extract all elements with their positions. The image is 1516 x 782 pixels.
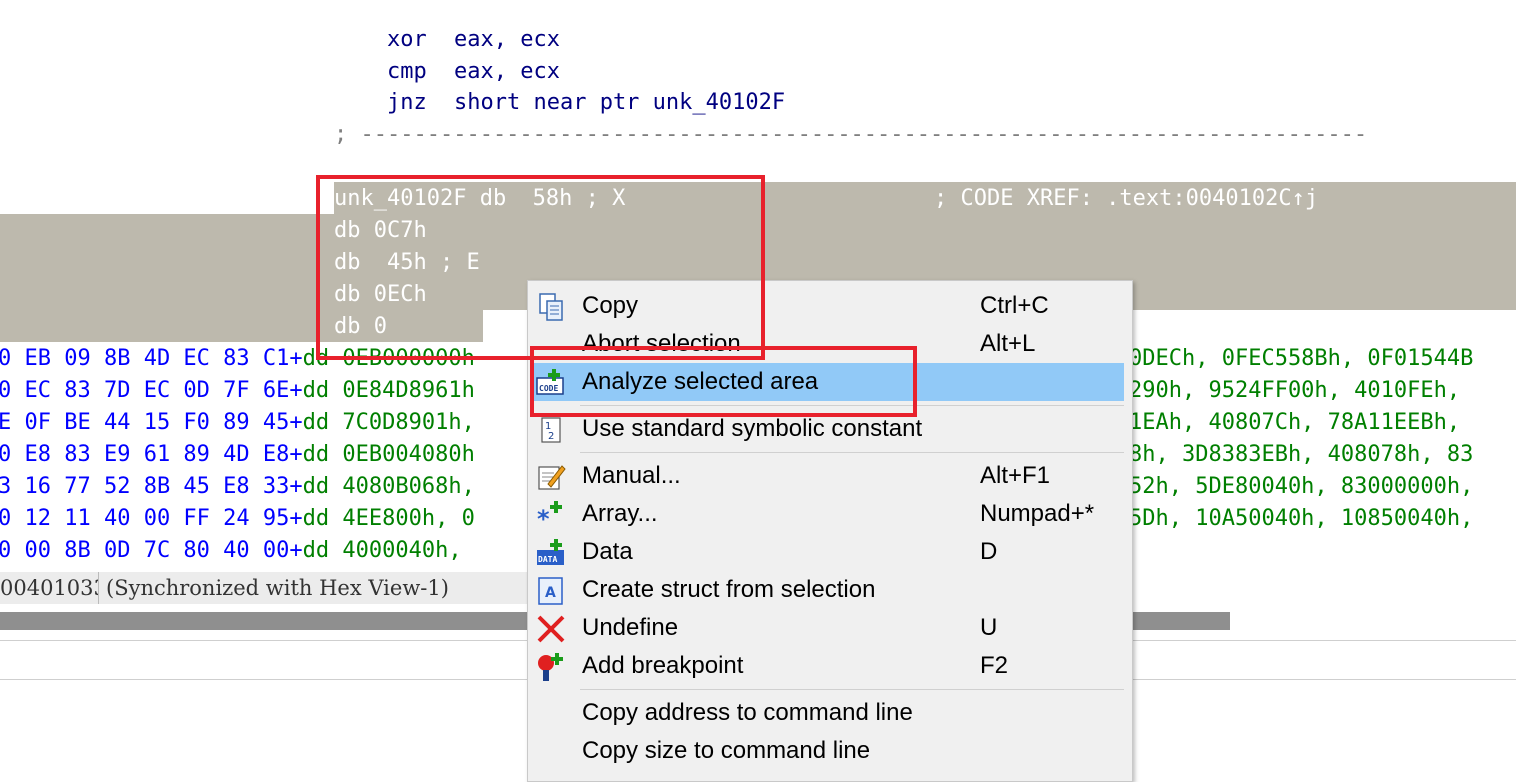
selected-line-unk[interactable]: unk_40102F db 58h ; X [334,183,625,215]
menu-item-undefine[interactable]: Undefine U [528,609,1132,647]
svg-text:CODE: CODE [539,384,558,393]
breakpoint-icon [536,652,566,682]
svg-text:2: 2 [548,431,554,442]
copy-icon [536,292,566,322]
hex-row-right: 8h, 3D8383EBh, 408078h, 83 [1129,442,1474,467]
selected-line-45[interactable]: db 45h ; E [334,247,480,279]
hex-row[interactable]: 0 EC 83 7D EC 0D 7F 6E+dd 0E84D8961h [0,375,475,407]
menu-item-use-standard-symbolic-constant[interactable]: 12 Use standard symbolic constant [528,410,1132,448]
menu-item-copy-address[interactable]: Copy address to command line [528,694,1132,732]
status-address: 00401033 [0,572,99,604]
context-menu: Copy Ctrl+C Abort selection Alt+L CODE A… [527,280,1133,782]
hex-row-right: 290h, 9524FF00h, 4010FEh, [1129,378,1461,403]
menu-item-copy-size[interactable]: Copy size to command line [528,732,1132,770]
hex-row[interactable]: 0 E8 83 E9 61 89 4D E8+dd 0EB004080h [0,439,475,471]
manual-edit-icon [536,462,566,492]
hex-row-right: 5Dh, 10A50040h, 10850040h, [1129,506,1474,531]
menu-item-copy[interactable]: Copy Ctrl+C [528,287,1132,325]
menu-item-create-struct[interactable]: A Create struct from selection [528,571,1132,609]
asm-line-jnz[interactable]: jnz short near ptr unk_40102F [334,55,785,115]
asm-line-cmp[interactable]: cmp eax, ecx [334,24,560,84]
xref-comment[interactable]: ; CODE XREF: .text:0040102C↑j [934,183,1318,215]
symbolic-constant-icon: 12 [536,415,566,445]
selection-highlight-last-line [0,310,483,342]
svg-text:A: A [545,585,556,601]
menu-separator [580,452,1124,453]
svg-text:DATA: DATA [538,555,557,564]
hex-row-right: 1EAh, 40807Ch, 78A11EEBh, [1129,410,1461,435]
status-sync-message: (Synchronized with Hex View-1) [106,576,449,600]
selected-line-zero[interactable]: db 0 [334,311,387,343]
undefine-icon [536,614,566,644]
separator-comment: ; --------------------------------------… [334,122,1368,147]
analyze-code-icon: CODE [536,368,566,398]
menu-item-add-breakpoint[interactable]: Add breakpoint F2 [528,647,1132,685]
selected-line-ec[interactable]: db 0ECh [334,279,427,311]
hex-row-right: 0DECh, 0FEC558Bh, 0F01544B [1129,346,1474,371]
menu-item-manual[interactable]: Manual... Alt+F1 [528,457,1132,495]
data-icon: DATA [536,538,566,568]
hex-row[interactable]: 0 12 11 40 00 FF 24 95+dd 4EE800h, 0 [0,503,475,535]
svg-text:*: * [537,505,550,530]
menu-item-abort-selection[interactable]: Abort selection Alt+L [528,325,1132,363]
sync-status-bar: 00401033 (Synchronized with Hex View-1) [0,572,532,604]
hex-row[interactable]: E 0F BE 44 15 F0 89 45+dd 7C0D8901h, [0,407,475,439]
asm-line-db-e8[interactable]: db 0E8h [334,151,480,211]
hex-row-right: 52h, 5DE80040h, 83000000h, [1129,474,1474,499]
menu-separator [580,405,1124,406]
selected-line-c7[interactable]: db 0C7h [334,215,427,247]
menu-item-data[interactable]: DATA Data D [528,533,1132,571]
menu-separator [580,689,1124,690]
hex-row[interactable]: 0 EB 09 8B 4D EC 83 C1+dd 0EB000000h [0,343,475,375]
menu-item-array[interactable]: * Array... Numpad+* [528,495,1132,533]
hex-row[interactable]: 3 16 77 52 8B 45 E8 33+dd 4080B068h, [0,471,475,503]
struct-icon: A [536,576,566,606]
array-icon: * [536,500,566,533]
asm-line-xor[interactable]: xor eax, ecx [334,0,560,52]
hex-row[interactable]: 0 00 8B 0D 7C 80 40 00+dd 4000040h, [0,535,462,567]
menu-item-analyze-selected-area[interactable]: CODE Analyze selected area [530,363,1124,401]
